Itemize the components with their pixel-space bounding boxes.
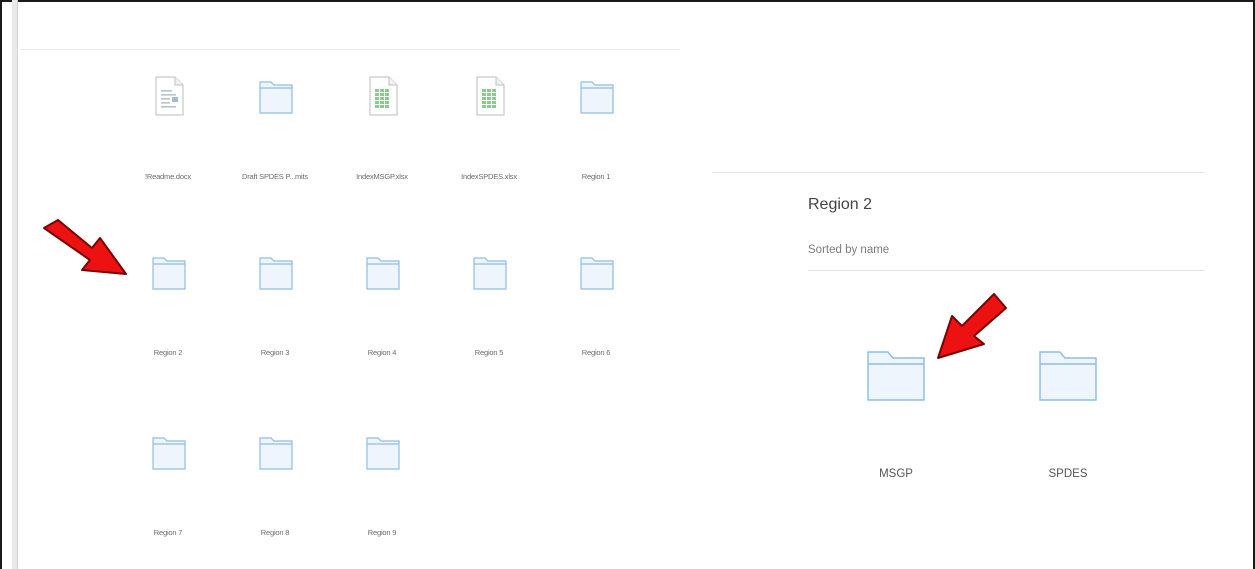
folder-msgp[interactable]: MSGP <box>836 350 956 490</box>
folder-view-panel: Region 2 Sorted by name MSGP SPDES <box>712 0 1207 569</box>
folder-name: Region 4 <box>367 348 397 357</box>
folder-icon <box>152 257 186 290</box>
file-name: !Readme.docx <box>145 172 191 181</box>
folder-name: Draft SPDES P...mits <box>242 172 308 181</box>
folder-icon <box>259 257 293 290</box>
divider <box>712 172 1205 173</box>
folder-region-7[interactable]: Region 7 <box>120 432 216 564</box>
folder-icon <box>259 437 293 470</box>
folder-name: Region 6 <box>581 348 611 357</box>
folder-region-3[interactable]: Region 3 <box>227 252 323 384</box>
folder-region-5[interactable]: Region 5 <box>441 252 537 384</box>
file-readme-docx[interactable]: !Readme.docx <box>120 76 216 208</box>
folder-name: SPDES <box>1048 468 1088 480</box>
folder-icon <box>366 257 400 290</box>
folder-region-6[interactable]: Region 6 <box>548 252 644 384</box>
folder-name: Region 7 <box>153 528 183 537</box>
folder-icon <box>473 257 507 290</box>
folder-name: Region 2 <box>153 348 183 357</box>
spreadsheet-icon <box>476 76 505 116</box>
folder-title: Region 2 <box>808 196 873 213</box>
file-name: IndexSPDES.xlsx <box>461 172 517 181</box>
left-file-grid: !Readme.docx Draft SPDES P...mits IndexM… <box>20 0 680 569</box>
folder-region-4[interactable]: Region 4 <box>334 252 430 384</box>
file-name: IndexMSGP.xlsx <box>356 172 408 181</box>
folder-region-2[interactable]: Region 2 <box>120 252 216 384</box>
folder-draft-spdes[interactable]: Draft SPDES P...mits <box>227 76 323 208</box>
folder-icon <box>259 81 293 114</box>
folder-icon <box>1039 351 1097 401</box>
file-indexmsgp-xlsx[interactable]: IndexMSGP.xlsx <box>334 76 430 208</box>
left-scrollbar[interactable] <box>12 0 18 569</box>
word-document-icon <box>155 76 184 116</box>
folder-icon <box>580 257 614 290</box>
divider <box>20 49 680 50</box>
folder-icon <box>152 437 186 470</box>
folder-name: Region 8 <box>260 528 290 537</box>
sort-order-label[interactable]: Sorted by name <box>808 244 889 256</box>
folder-name: MSGP <box>879 468 913 480</box>
folder-region-9[interactable]: Region 9 <box>334 432 430 564</box>
folder-icon <box>366 437 400 470</box>
folder-name: Region 5 <box>474 348 504 357</box>
red-arrow-right-icon <box>937 293 1007 359</box>
divider <box>808 270 1205 271</box>
folder-icon <box>867 351 925 401</box>
folder-name: Region 9 <box>367 528 397 537</box>
spreadsheet-icon <box>369 76 398 116</box>
folder-spdes[interactable]: SPDES <box>1008 350 1128 490</box>
folder-region-8[interactable]: Region 8 <box>227 432 323 564</box>
folder-icon <box>580 81 614 114</box>
folder-name: Region 1 <box>581 172 611 181</box>
folder-name: Region 3 <box>260 348 290 357</box>
red-arrow-left-icon <box>43 219 127 275</box>
folder-region-1[interactable]: Region 1 <box>548 76 644 208</box>
file-indexspdes-xlsx[interactable]: IndexSPDES.xlsx <box>441 76 537 208</box>
